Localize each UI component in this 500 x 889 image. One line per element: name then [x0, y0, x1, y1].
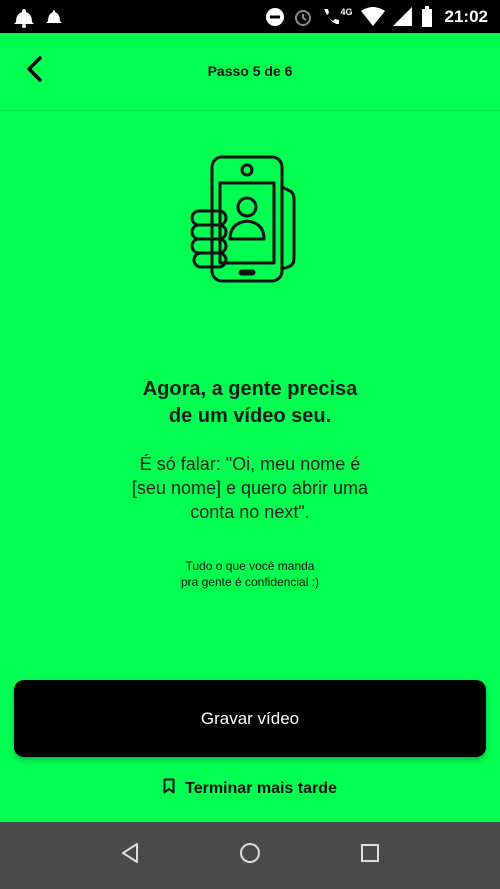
status-bar: 4G 21:02 — [0, 0, 500, 33]
triangle-back-icon — [119, 842, 141, 869]
instruction-line-2: [seu nome] e quero abrir uma — [131, 478, 369, 498]
notification-bell-icon — [12, 6, 36, 28]
headline: Agora, a gente precisa de um vídeo seu. — [0, 376, 500, 430]
network-label: 4G — [340, 6, 353, 17]
battery-icon — [421, 5, 433, 28]
record-video-button[interactable]: Gravar vídeo — [14, 680, 486, 757]
header: Passo 5 de 6 — [0, 33, 500, 111]
status-time: 21:02 — [444, 6, 488, 26]
wifi-icon — [360, 6, 385, 27]
instruction-line-3: conta no next". — [190, 502, 310, 522]
wifi-calling-icon — [321, 7, 339, 27]
dnd-icon — [265, 7, 285, 27]
finish-later-label: Terminar mais tarde — [185, 779, 337, 797]
circle-home-icon — [238, 841, 262, 870]
finish-later-link[interactable]: Terminar mais tarde — [0, 778, 500, 799]
nav-recents-button[interactable] — [350, 836, 390, 876]
headline-line-2: de um vídeo seu. — [168, 405, 332, 427]
bookmark-icon — [163, 778, 175, 799]
headline-line-1: Agora, a gente precisa — [142, 378, 358, 400]
selfie-phone-icon — [190, 155, 300, 285]
system-nav-bar — [0, 822, 500, 889]
note-line-2: pra gente é confidencial :) — [180, 575, 320, 589]
instruction-text: É só falar: "Oi, meu nome é [seu nome] e… — [60, 452, 440, 524]
square-recents-icon — [359, 842, 381, 869]
confidential-note: Tudo o que você manda pra gente é confid… — [100, 558, 400, 590]
signal-icon — [392, 6, 413, 27]
status-left — [12, 6, 64, 28]
alarm-icon — [293, 7, 313, 27]
instruction-line-1: É só falar: "Oi, meu nome é — [139, 454, 361, 474]
status-right: 4G 21:02 — [265, 5, 488, 28]
note-line-1: Tudo o que você manda — [185, 559, 315, 573]
step-indicator: Passo 5 de 6 — [207, 63, 293, 79]
notification-bell-icon-2 — [44, 7, 64, 27]
nav-back-button[interactable] — [110, 836, 150, 876]
nav-home-button[interactable] — [230, 836, 270, 876]
